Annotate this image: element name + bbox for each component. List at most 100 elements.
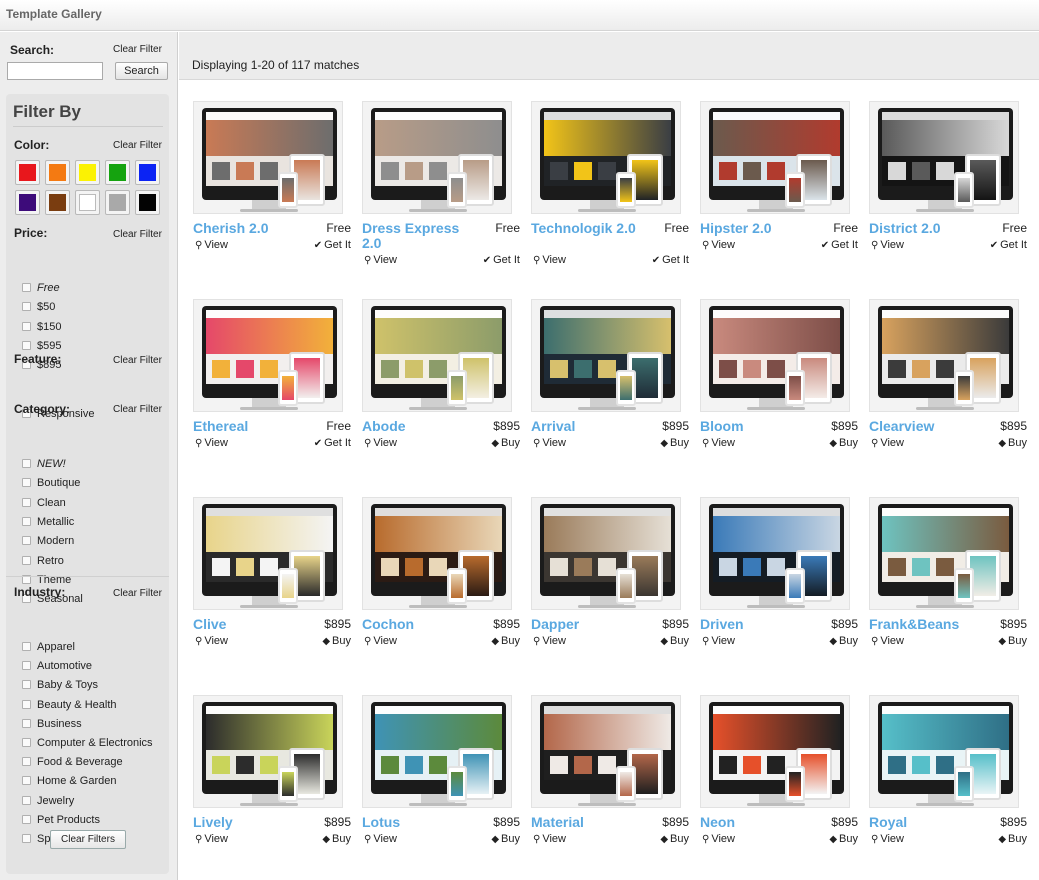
color-swatch[interactable]	[75, 160, 100, 185]
template-thumbnail[interactable]	[531, 695, 681, 808]
template-thumbnail[interactable]	[362, 299, 512, 412]
filter-checkbox[interactable]	[22, 516, 31, 526]
template-name[interactable]: Technologik 2.0	[531, 221, 649, 236]
color-swatch[interactable]	[135, 160, 160, 185]
color-swatch[interactable]	[15, 160, 40, 185]
filter-checkbox[interactable]	[22, 302, 31, 312]
filter-checkbox[interactable]	[22, 478, 31, 488]
filter-checkbox[interactable]	[22, 459, 31, 468]
template-thumbnail[interactable]	[362, 695, 512, 808]
color-swatch[interactable]	[105, 160, 130, 185]
search-input[interactable]	[7, 62, 103, 80]
template-name[interactable]: Dress Express 2.0	[362, 221, 480, 251]
template-name[interactable]: Abode	[362, 419, 480, 434]
filter-checkbox[interactable]	[22, 642, 31, 651]
buy-link[interactable]: ◆ Buy	[829, 437, 858, 449]
view-link[interactable]: ⚲ View	[364, 635, 397, 647]
template-name[interactable]: Cherish 2.0	[193, 221, 311, 236]
filter-checkbox[interactable]	[22, 757, 31, 767]
buy-link[interactable]: ◆ Buy	[660, 635, 689, 647]
filter-checkbox[interactable]	[22, 738, 31, 747]
view-link[interactable]: ⚲ View	[195, 437, 228, 449]
view-link[interactable]: ⚲ View	[195, 833, 228, 845]
view-link[interactable]: ⚲ View	[364, 833, 397, 845]
color-swatch[interactable]	[15, 190, 40, 215]
view-link[interactable]: ⚲ View	[533, 254, 566, 266]
filter-checkbox[interactable]	[22, 776, 31, 786]
buy-link[interactable]: ◆ Buy	[829, 635, 858, 647]
buy-link[interactable]: ◆ Buy	[660, 833, 689, 845]
buy-link[interactable]: ◆ Buy	[491, 635, 520, 647]
template-name[interactable]: Clive	[193, 617, 311, 632]
filter-checkbox[interactable]	[22, 283, 31, 292]
color-swatch[interactable]	[135, 190, 160, 215]
get-it-link[interactable]: ✔ Get It	[314, 437, 351, 449]
filter-checkbox[interactable]	[22, 536, 31, 546]
filter-checkbox[interactable]	[22, 661, 31, 671]
view-link[interactable]: ⚲ View	[702, 833, 735, 845]
view-link[interactable]: ⚲ View	[364, 254, 397, 266]
buy-link[interactable]: ◆ Buy	[322, 833, 351, 845]
template-thumbnail[interactable]	[869, 101, 1019, 214]
buy-link[interactable]: ◆ Buy	[322, 635, 351, 647]
template-thumbnail[interactable]	[531, 299, 681, 412]
view-link[interactable]: ⚲ View	[702, 635, 735, 647]
buy-link[interactable]: ◆ Buy	[491, 437, 520, 449]
template-thumbnail[interactable]	[362, 101, 512, 214]
view-link[interactable]: ⚲ View	[871, 635, 904, 647]
get-it-link[interactable]: ✔ Get It	[990, 239, 1027, 251]
buy-link[interactable]: ◆ Buy	[829, 833, 858, 845]
template-name[interactable]: Frank&Beans	[869, 617, 987, 632]
view-link[interactable]: ⚲ View	[533, 437, 566, 449]
template-name[interactable]: Driven	[700, 617, 818, 632]
color-swatch[interactable]	[105, 190, 130, 215]
template-name[interactable]: Dapper	[531, 617, 649, 632]
template-name[interactable]: Material	[531, 815, 649, 830]
filter-checkbox[interactable]	[22, 699, 31, 709]
filter-checkbox[interactable]	[22, 834, 31, 843]
template-name[interactable]: Hipster 2.0	[700, 221, 818, 236]
template-name[interactable]: Lively	[193, 815, 311, 830]
template-thumbnail[interactable]	[193, 497, 343, 610]
get-it-link[interactable]: ✔ Get It	[314, 239, 351, 251]
template-name[interactable]: District 2.0	[869, 221, 987, 236]
get-it-link[interactable]: ✔ Get It	[652, 254, 689, 266]
filter-checkbox[interactable]	[22, 555, 31, 565]
buy-link[interactable]: ◆ Buy	[660, 437, 689, 449]
template-name[interactable]: Clearview	[869, 419, 987, 434]
template-thumbnail[interactable]	[869, 695, 1019, 808]
search-button[interactable]: Search	[115, 62, 168, 80]
template-name[interactable]: Cochon	[362, 617, 480, 632]
view-link[interactable]: ⚲ View	[533, 635, 566, 647]
template-thumbnail[interactable]	[869, 497, 1019, 610]
filter-checkbox[interactable]	[22, 718, 31, 728]
buy-link[interactable]: ◆ Buy	[998, 437, 1027, 449]
template-thumbnail[interactable]	[700, 497, 850, 610]
filter-checkbox[interactable]	[22, 321, 31, 331]
view-link[interactable]: ⚲ View	[871, 239, 904, 251]
template-thumbnail[interactable]	[193, 299, 343, 412]
filter-checkbox[interactable]	[22, 814, 31, 824]
get-it-link[interactable]: ✔ Get It	[483, 254, 520, 266]
view-link[interactable]: ⚲ View	[702, 239, 735, 251]
filter-checkbox[interactable]	[22, 497, 31, 507]
template-thumbnail[interactable]	[193, 101, 343, 214]
template-name[interactable]: Royal	[869, 815, 987, 830]
price-clear-link[interactable]: Clear Filter	[113, 229, 162, 240]
buy-link[interactable]: ◆ Buy	[998, 635, 1027, 647]
view-link[interactable]: ⚲ View	[195, 635, 228, 647]
template-thumbnail[interactable]	[869, 299, 1019, 412]
template-name[interactable]: Lotus	[362, 815, 480, 830]
clear-filters-button[interactable]: Clear Filters	[50, 830, 126, 849]
industry-clear-link[interactable]: Clear Filter	[113, 588, 162, 599]
template-name[interactable]: Bloom	[700, 419, 818, 434]
template-thumbnail[interactable]	[700, 695, 850, 808]
color-swatch[interactable]	[75, 190, 100, 215]
buy-link[interactable]: ◆ Buy	[998, 833, 1027, 845]
color-clear-link[interactable]: Clear Filter	[113, 140, 162, 151]
view-link[interactable]: ⚲ View	[871, 437, 904, 449]
template-name[interactable]: Neon	[700, 815, 818, 830]
buy-link[interactable]: ◆ Buy	[491, 833, 520, 845]
template-thumbnail[interactable]	[362, 497, 512, 610]
view-link[interactable]: ⚲ View	[871, 833, 904, 845]
